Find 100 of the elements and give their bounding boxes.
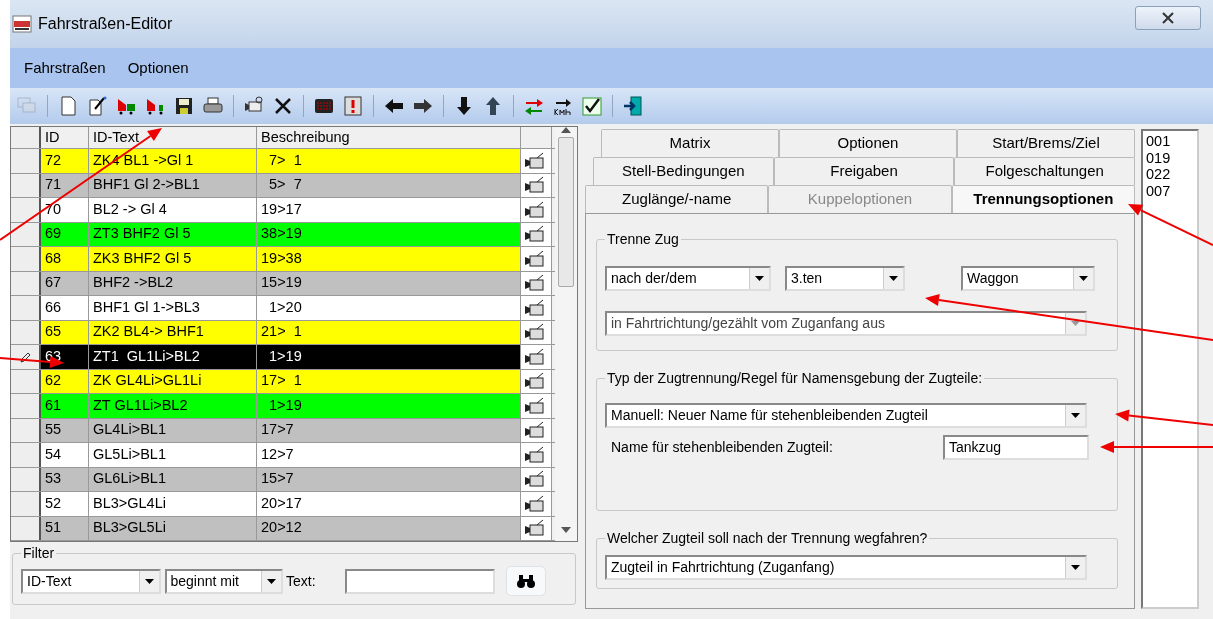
tab[interactable]: Folgeschaltungen (954, 157, 1135, 185)
caret-icon (145, 578, 154, 584)
tab[interactable]: Zuglänge/-name (585, 185, 769, 213)
scroll-down-icon (561, 527, 571, 533)
table-cell: 55 (41, 418, 89, 442)
menu-item[interactable]: Optionen (127, 56, 189, 80)
column-header[interactable]: ID (41, 127, 89, 148)
document-wand-icon (86, 95, 108, 117)
list-item[interactable]: 022 (1146, 166, 1194, 183)
table-cell: 1>19 (257, 345, 521, 369)
list-item[interactable]: 001 (1146, 133, 1194, 150)
table-cell: 53 (41, 467, 89, 491)
group-label: Trenne Zug (606, 232, 680, 246)
group-label: Filter (22, 546, 56, 560)
close-icon (1162, 12, 1174, 24)
binoculars-icon (515, 573, 536, 589)
table-cell: 5> 7 (257, 173, 521, 197)
dropdown[interactable]: 3.ten (785, 266, 905, 291)
caret-icon (1071, 413, 1080, 418)
scroll-up-icon (561, 127, 571, 133)
caret-icon (889, 276, 898, 281)
table-cell: ZT GL1Li>BL2 (89, 394, 257, 418)
table-cell: 61 (41, 394, 89, 418)
app-logo-icon (12, 15, 32, 33)
table-cell: 1>20 (257, 296, 521, 320)
dropdown[interactable]: Waggon (961, 266, 1095, 291)
table-cell: 19>38 (257, 247, 521, 271)
table-cell: GL6Li>BL1 (89, 467, 257, 491)
table-cell: ZT3 BHF2 Gl 5 (89, 222, 257, 246)
field-label: Name für stehenbleibenden Zugteil: (610, 438, 834, 457)
table-cell: ZK GL4Li>GL1Li (89, 369, 257, 393)
caret-icon (755, 276, 764, 281)
table-cell: 21> 1 (257, 320, 521, 344)
table-cell: 62 (41, 369, 89, 393)
table-cell: GL5Li>BL1 (89, 443, 257, 467)
list-item[interactable]: 019 (1146, 149, 1194, 167)
table-cell: 65 (41, 320, 89, 344)
pencil-icon (19, 350, 31, 363)
table-cell: 20>17 (257, 492, 521, 516)
table-cell: BHF1 Gl 2->BL1 (89, 173, 257, 197)
table-cell: 72 (41, 149, 89, 173)
table-cell: BL3>GL5Li (89, 516, 257, 540)
caret-icon (266, 578, 276, 584)
table-cell: 17> 1 (257, 369, 521, 393)
table-cell: BL3>GL4Li (89, 492, 257, 516)
table-cell: 69 (41, 222, 89, 246)
search-button[interactable] (505, 566, 546, 596)
menu-item[interactable]: Fahrstraßen (24, 56, 106, 80)
table-cell: 38>19 (257, 222, 521, 246)
table-cell: 20>12 (257, 516, 521, 540)
table-cell: 52 (41, 492, 89, 516)
table-cell: ZK3 BHF2 Gl 5 (89, 247, 257, 271)
warning-icon (342, 95, 364, 117)
dropdown[interactable]: Zugteil in Fahrtrichtung (Zuganfang) (605, 555, 1087, 580)
list-box[interactable]: 001 019 022 007 (1141, 129, 1199, 609)
group-label: Welcher Zugteil soll nach der Trennung wegfahren? (606, 531, 929, 545)
tab[interactable]: Trennungsoptionen (951, 185, 1135, 213)
window-title: Fahrstraßen-Editor (38, 14, 173, 34)
table-cell: ZK4 BL1 ->Gl 1 (89, 149, 257, 173)
scroll-thumb[interactable] (558, 137, 574, 287)
table-cell: 1>19 (257, 394, 521, 418)
table-cell: 7> 1 (257, 149, 521, 173)
table-cell: 66 (41, 296, 89, 320)
save-icon (173, 95, 195, 117)
table-cell: BL2 -> Gl 4 (89, 198, 257, 222)
dropdown[interactable]: beginnt mit (164, 568, 283, 594)
scrollbar[interactable] (555, 127, 577, 541)
field-label: Text: (286, 571, 316, 591)
table-cell: 68 (41, 247, 89, 271)
tab[interactable]: Start/Brems/Ziel (957, 129, 1135, 157)
tab[interactable]: Stell-Bedingungen (593, 157, 774, 185)
dropdown[interactable]: nach der/dem (605, 266, 771, 291)
table-cell: 54 (41, 443, 89, 467)
table-cell: 12>7 (257, 443, 521, 467)
group-label: Typ der Zugtrennung/Regel für Namensgebung der Zugteile: (606, 371, 984, 385)
table-cell: BHF1 Gl 1->BL3 (89, 296, 257, 320)
tab[interactable]: Optionen (779, 129, 957, 157)
checklist-icon (581, 95, 603, 117)
table-cell: ZK2 BL4-> BHF1 (89, 320, 257, 344)
exit-icon (622, 95, 644, 117)
tab[interactable]: Freigaben (773, 157, 955, 185)
list-item[interactable]: 007 (1146, 183, 1194, 200)
table-cell: 51 (41, 516, 89, 540)
table-cell: 15>19 (257, 271, 521, 295)
table-cell: 19>17 (257, 198, 521, 222)
table-cell: GL4Li>BL1 (89, 418, 257, 442)
tab[interactable]: Matrix (601, 129, 779, 157)
caret-icon (1071, 321, 1080, 326)
table-cell: 67 (41, 271, 89, 295)
table-cell: 15>7 (257, 467, 521, 491)
table-cell: BHF2 ->BL2 (89, 271, 257, 295)
text-input[interactable]: Tankzug (943, 435, 1089, 460)
dropdown[interactable]: ID-Text (21, 568, 161, 594)
dropdown[interactable]: Manuell: Neuer Name für stehenbleibenden Zugteil (605, 403, 1087, 428)
table-cell: ZT1 GL1Li>BL2 (89, 345, 257, 369)
close-button[interactable] (1135, 6, 1201, 30)
text-input[interactable] (345, 568, 496, 594)
table-cell: 17>7 (257, 418, 521, 442)
caret-icon (1079, 276, 1088, 281)
caret-icon (1071, 565, 1080, 570)
